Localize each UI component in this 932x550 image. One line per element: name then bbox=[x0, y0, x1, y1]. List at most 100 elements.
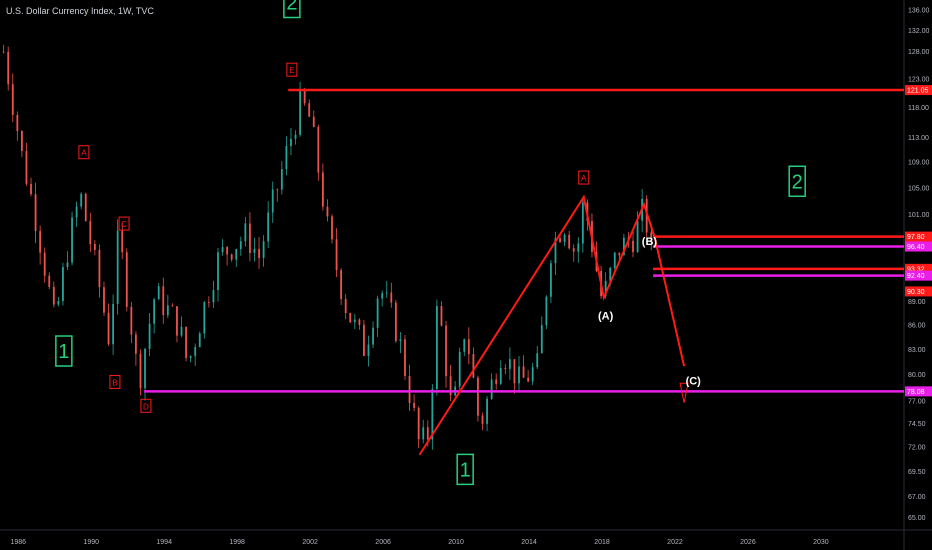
price-line-axis-label: 92.40 bbox=[907, 273, 925, 280]
x-tick-label: 2022 bbox=[667, 539, 683, 546]
x-tick-label: 1994 bbox=[156, 539, 172, 546]
candle-body bbox=[308, 103, 311, 117]
candle-body bbox=[258, 248, 260, 258]
candle-body bbox=[194, 347, 197, 357]
candle-body bbox=[2, 51, 5, 53]
candle-body bbox=[431, 388, 434, 440]
candle-body bbox=[75, 206, 78, 218]
chart-title: U.S. Dollar Currency Index, 1W, TVC bbox=[6, 6, 154, 16]
candle-body bbox=[331, 216, 333, 240]
y-tick-label: 69.50 bbox=[908, 469, 926, 476]
y-tick-label: 105.00 bbox=[908, 185, 930, 192]
candle-body bbox=[536, 353, 539, 368]
candle-body bbox=[217, 252, 219, 291]
candle-body bbox=[636, 220, 639, 252]
candle-body bbox=[472, 354, 475, 378]
wave-label: A bbox=[81, 149, 87, 158]
y-tick-label: 86.00 bbox=[908, 322, 926, 329]
candle-body bbox=[276, 189, 279, 191]
candle-body bbox=[52, 286, 55, 305]
candle-body bbox=[613, 252, 616, 268]
candle-body bbox=[103, 287, 105, 313]
candle-body bbox=[185, 326, 187, 358]
x-tick-label: 1998 bbox=[229, 539, 245, 546]
candle-body bbox=[353, 319, 356, 323]
candle-body bbox=[303, 89, 306, 104]
candle-body bbox=[618, 252, 621, 256]
candle-body bbox=[262, 241, 265, 258]
candle-body bbox=[394, 302, 397, 342]
y-tick-label: 74.50 bbox=[908, 421, 926, 428]
x-tick-label: 2002 bbox=[302, 539, 318, 546]
candle-body bbox=[62, 267, 64, 302]
candle-body bbox=[504, 367, 507, 369]
candle-body bbox=[116, 230, 119, 304]
candle-body bbox=[25, 150, 28, 184]
candle-body bbox=[417, 407, 420, 440]
candle-body bbox=[440, 305, 443, 326]
wave-label: (C) bbox=[686, 376, 702, 388]
candle-body bbox=[522, 366, 525, 378]
candle-body bbox=[166, 305, 169, 316]
y-tick-label: 83.00 bbox=[908, 347, 926, 354]
candle-body bbox=[340, 270, 343, 300]
candle-body bbox=[34, 194, 37, 232]
y-tick-label: 118.00 bbox=[908, 105, 929, 112]
candle-body bbox=[467, 339, 470, 355]
y-tick-label: 101.00 bbox=[908, 212, 930, 219]
candle-body bbox=[207, 302, 210, 303]
candle-body bbox=[198, 333, 201, 348]
candle-body bbox=[89, 221, 92, 245]
y-tick-label: 136.00 bbox=[908, 8, 930, 15]
candle-body bbox=[422, 427, 425, 440]
candle-body bbox=[527, 377, 530, 382]
candle-body bbox=[271, 189, 274, 213]
y-tick-label: 132.00 bbox=[908, 28, 930, 35]
candle-body bbox=[632, 240, 634, 252]
y-tick-label: 77.00 bbox=[908, 398, 926, 405]
candle-body bbox=[344, 299, 347, 314]
candle-body bbox=[367, 344, 370, 356]
price-line-axis-label: 96.40 bbox=[907, 244, 925, 251]
candle-body bbox=[299, 89, 301, 135]
wave-label: 1 bbox=[460, 459, 471, 481]
candle-body bbox=[180, 326, 183, 336]
wave-label: 1 bbox=[58, 341, 69, 363]
x-tick-label: 2010 bbox=[448, 539, 464, 546]
candle-body bbox=[80, 193, 83, 207]
candle-body bbox=[66, 262, 69, 268]
candle-body bbox=[253, 248, 256, 254]
price-chart[interactable]: 136.00 132.00 128.00 123.00 118.00 113.00 109.… bbox=[0, 0, 932, 550]
x-tick-label: 2006 bbox=[375, 539, 391, 546]
x-tick-label: 2014 bbox=[521, 539, 537, 546]
x-tick-label: 2018 bbox=[594, 539, 610, 546]
candle-body bbox=[321, 172, 324, 207]
price-line-axis-label: 121.05 bbox=[907, 88, 929, 95]
candle-body bbox=[93, 244, 96, 250]
candle-body bbox=[57, 301, 60, 305]
wave-label: 2 bbox=[792, 171, 803, 193]
candle-body bbox=[162, 286, 165, 316]
candle-body bbox=[390, 292, 393, 303]
candle-body bbox=[157, 286, 160, 300]
y-tick-label: 67.00 bbox=[908, 494, 926, 501]
price-line-axis-label: 97.80 bbox=[907, 234, 925, 241]
candle-body bbox=[121, 230, 124, 253]
candle-body bbox=[463, 339, 466, 352]
candle-body bbox=[30, 183, 32, 195]
candle-body bbox=[559, 238, 561, 243]
candle-body bbox=[572, 248, 575, 252]
x-tick-label: 2030 bbox=[813, 539, 829, 546]
candle-body bbox=[495, 379, 498, 384]
candle-body bbox=[153, 299, 156, 324]
candle-body bbox=[244, 223, 247, 242]
candle-body bbox=[239, 241, 242, 250]
candle-body bbox=[290, 138, 292, 147]
candle-body bbox=[372, 327, 374, 345]
candle-body bbox=[550, 263, 552, 297]
candle-body bbox=[212, 290, 215, 303]
candle-body bbox=[376, 298, 379, 328]
y-tick-label: 65.00 bbox=[908, 515, 926, 522]
candle-body bbox=[540, 325, 543, 354]
candle-body bbox=[43, 252, 46, 276]
